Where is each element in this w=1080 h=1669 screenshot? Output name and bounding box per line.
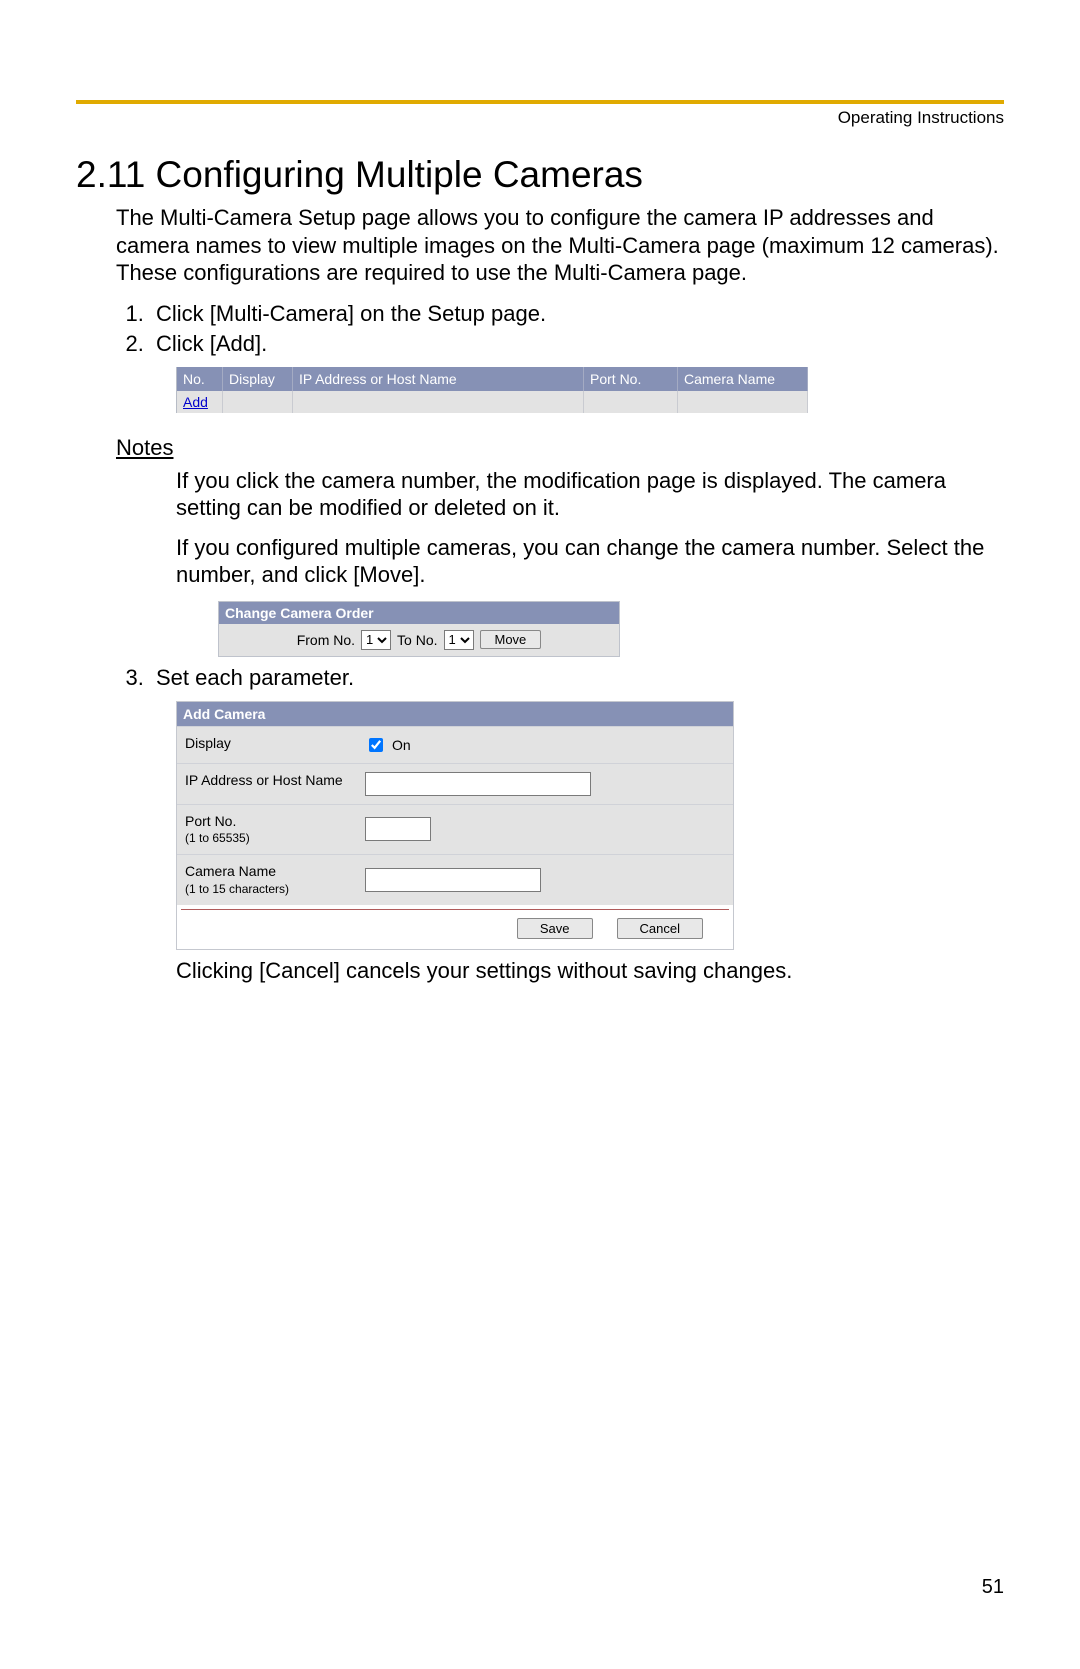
cell-name [678,391,808,413]
step-2: Click [Add]. [150,331,1004,357]
separator [177,905,733,912]
cancel-footer-note: Clicking [Cancel] cancels your settings … [176,958,1004,984]
display-checkbox[interactable] [369,738,383,752]
col-header-name: Camera Name [678,367,808,391]
cell-port [584,391,678,413]
page-number: 51 [982,1576,1004,1599]
save-button[interactable]: Save [517,918,593,939]
display-label: Display [177,727,357,763]
col-header-ip: IP Address or Host Name [293,367,584,391]
from-label: From No. [297,632,355,648]
from-no-select[interactable]: 1 [361,630,391,650]
ip-label: IP Address or Host Name [177,764,357,804]
col-header-no: No. [177,367,223,391]
change-order-title: Change Camera Order [219,602,619,624]
col-header-port: Port No. [584,367,678,391]
to-no-select[interactable]: 1 [444,630,474,650]
add-camera-form: Add Camera Display On IP Address or Host… [176,701,734,950]
notes-heading: Notes [116,435,1004,461]
display-on-text: On [392,737,411,753]
camera-name-label: Camera Name (1 to 15 characters) [177,855,357,905]
ip-input[interactable] [365,772,591,796]
port-label: Port No. (1 to 65535) [177,805,357,855]
change-order-panel: Change Camera Order From No. 1 To No. 1 … [218,601,620,657]
port-input[interactable] [365,817,431,841]
section-title: 2.11 Configuring Multiple Cameras [76,154,1004,196]
note-2: If you configured multiple cameras, you … [176,534,1004,589]
move-button[interactable]: Move [480,630,542,649]
note-1: If you click the camera number, the modi… [176,467,1004,522]
running-header: Operating Instructions [76,108,1004,128]
accent-rule [76,100,1004,104]
cancel-button[interactable]: Cancel [617,918,703,939]
col-header-display: Display [223,367,293,391]
step-1: Click [Multi-Camera] on the Setup page. [150,301,1004,327]
intro-paragraph: The Multi-Camera Setup page allows you t… [76,204,1004,287]
camera-list-table: No. Display IP Address or Host Name Port… [176,367,808,413]
add-link[interactable]: Add [183,394,208,410]
cell-ip [293,391,584,413]
camera-name-input[interactable] [365,868,541,892]
add-camera-title: Add Camera [177,702,733,726]
step-3: Set each parameter. [150,665,1004,691]
cell-display [223,391,293,413]
to-label: To No. [397,632,437,648]
